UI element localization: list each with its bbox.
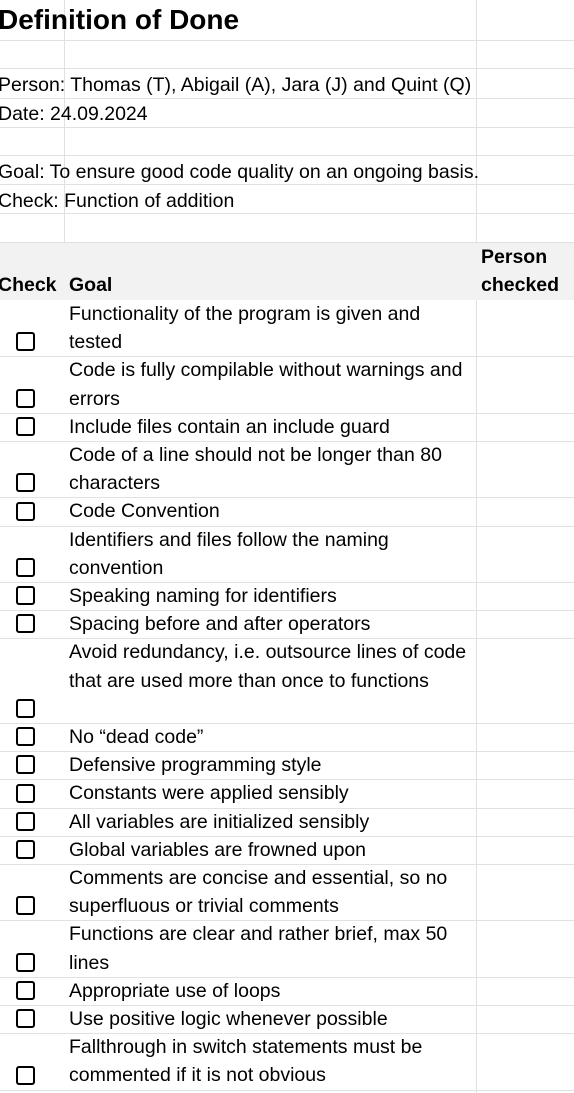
- checkbox[interactable]: [16, 811, 35, 831]
- checkbox[interactable]: [16, 586, 35, 606]
- goal-text: Include files contain an include guard: [69, 415, 390, 438]
- checkbox[interactable]: [16, 840, 35, 859]
- goal-line: Goal: To ensure good code quality on an …: [0, 161, 479, 183]
- checkbox[interactable]: [16, 952, 35, 972]
- goal-text: Global variables are frowned upon: [69, 838, 367, 861]
- header-person: Person: [481, 246, 548, 268]
- goal-text: Code Convention: [69, 500, 220, 523]
- goal-text: No “dead code”: [69, 726, 204, 748]
- checkbox[interactable]: [16, 981, 35, 1000]
- checkbox[interactable]: [16, 783, 35, 803]
- checkbox[interactable]: [16, 896, 35, 916]
- header-person-checked: checked: [481, 274, 560, 296]
- goal-text: Functionality of the program is given an…: [69, 303, 421, 354]
- checkbox[interactable]: [16, 1009, 35, 1029]
- goal-text: Spacing before and after operators: [69, 613, 371, 636]
- date-line: Date: 24.09.2024: [0, 103, 148, 125]
- grid-line: [0, 40, 574, 41]
- checkbox[interactable]: [16, 755, 35, 775]
- header-goal: Goal: [69, 274, 113, 296]
- checkbox[interactable]: [16, 558, 35, 577]
- grid-line: [0, 155, 574, 156]
- goal-text: Functions are clear and rather brief, ma…: [69, 923, 448, 974]
- checkbox[interactable]: [16, 417, 35, 436]
- grid-line: [0, 68, 574, 69]
- goal-text: All variables are initialized sensibly: [69, 810, 370, 833]
- goal-text: Speaking naming for identifiers: [69, 585, 337, 607]
- goal-text: Code of a line should not be longer than…: [69, 444, 442, 495]
- goal-text: Appropriate use of loops: [69, 979, 281, 1002]
- goal-text: Constants were applied sensibly: [69, 782, 349, 805]
- goal-text: Code is fully compilable without warning…: [69, 359, 463, 410]
- goal-text: Identifiers and files follow the naming …: [69, 528, 389, 579]
- goal-text: Defensive programming style: [69, 754, 322, 777]
- person-line: Person: Thomas (T), Abigail (A), Jara (J…: [0, 74, 472, 96]
- checkbox[interactable]: [16, 1065, 35, 1085]
- checkbox[interactable]: [16, 727, 35, 747]
- goal-text: Avoid redundancy, i.e. outsource lines o…: [69, 641, 467, 692]
- header-check: Check: [0, 274, 57, 296]
- page-title: Definition of Done: [0, 4, 240, 35]
- checkbox[interactable]: [16, 473, 35, 493]
- goal-text: Use positive logic whenever possible: [69, 1008, 388, 1030]
- checkbox[interactable]: [16, 614, 35, 634]
- checkbox[interactable]: [16, 388, 35, 408]
- check-line: Check: Function of addition: [0, 190, 235, 212]
- checkbox[interactable]: [16, 332, 35, 352]
- checkbox[interactable]: [16, 501, 35, 521]
- goal-text: Fallthrough in switch statements must be…: [69, 1036, 423, 1087]
- grid-line: [0, 1090, 574, 1091]
- checkbox[interactable]: [16, 699, 35, 718]
- goal-text: Comments are concise and essential, so n…: [69, 867, 448, 918]
